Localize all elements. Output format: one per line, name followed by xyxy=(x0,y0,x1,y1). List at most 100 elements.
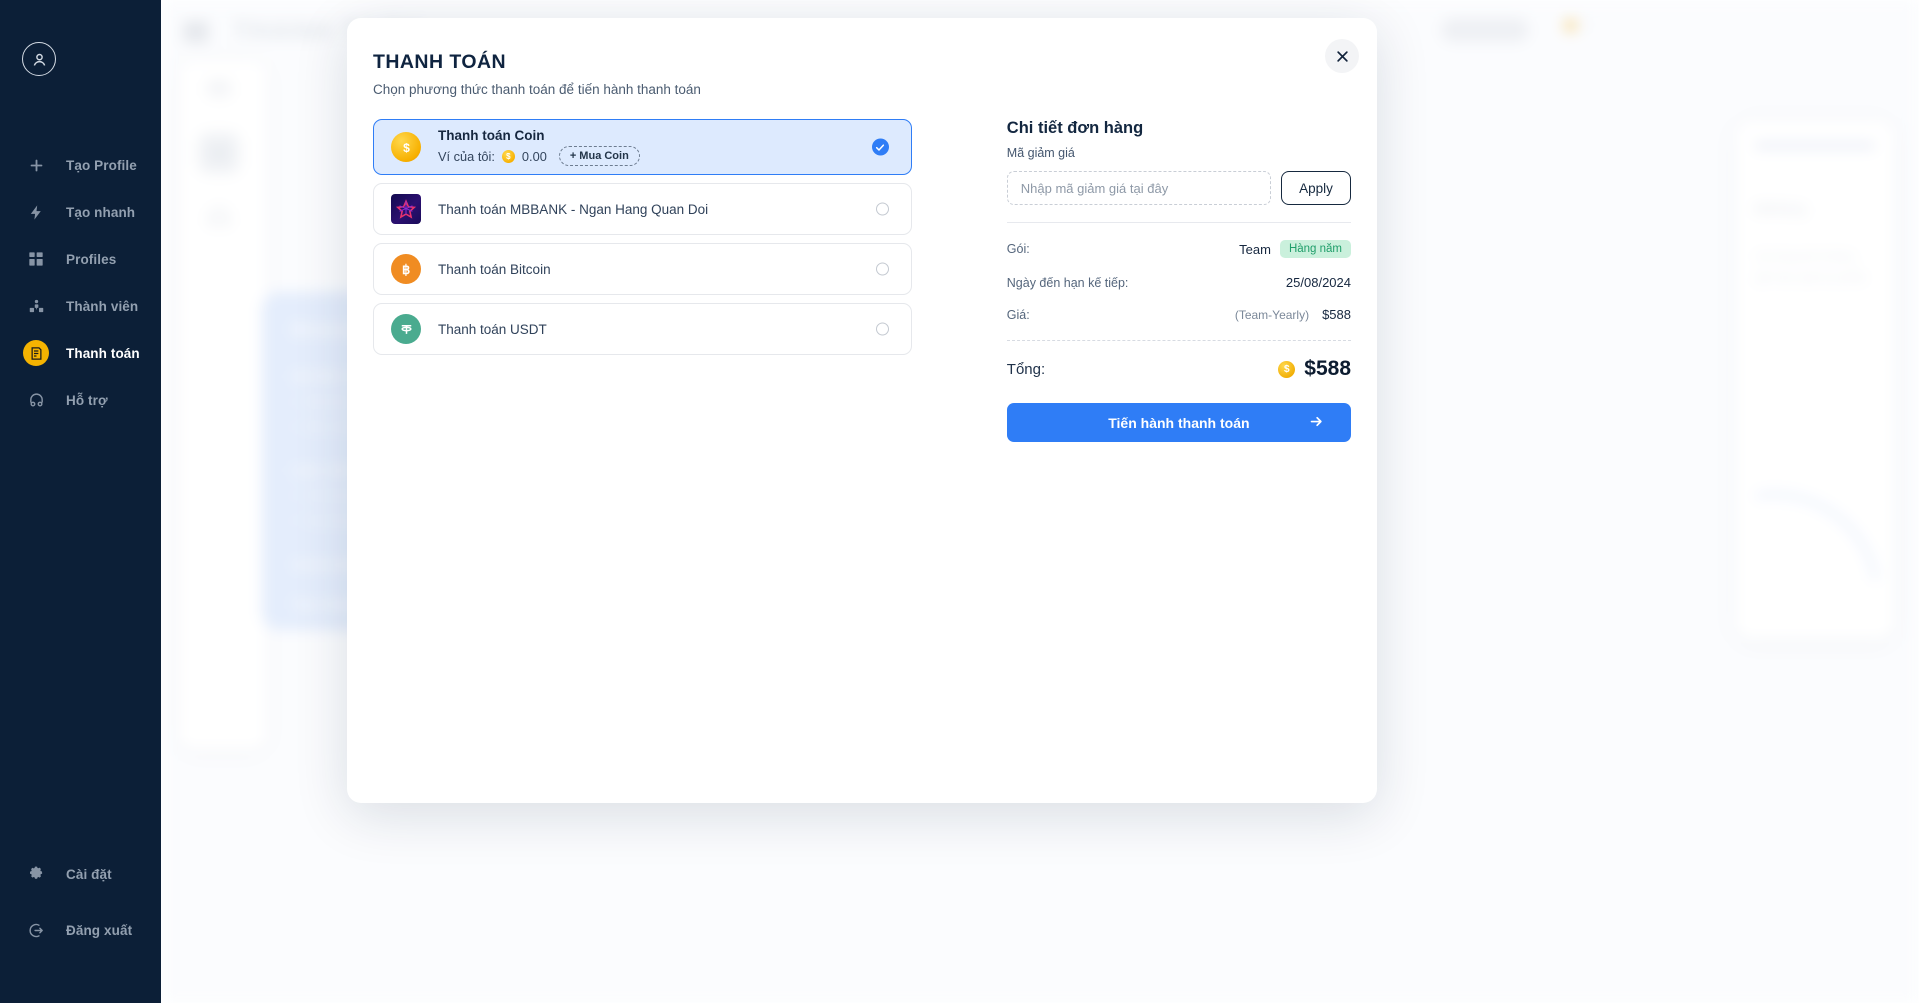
price-amount: $588 xyxy=(1322,307,1351,322)
coupon-input[interactable] xyxy=(1007,171,1271,205)
background-buy-coin-chip xyxy=(1441,18,1529,42)
sidebar-item-label: Cài đặt xyxy=(66,867,112,882)
order-row-value: Team Hàng năm xyxy=(1239,240,1351,258)
svg-text:$: $ xyxy=(403,140,410,154)
modal-body: $ Thanh toán Coin Ví của tôi: $ 0.00 + M… xyxy=(347,97,1377,442)
order-total-row: Tổng: $ $588 xyxy=(1007,357,1351,381)
sidebar-item-tao-nhanh[interactable]: Tạo nhanh xyxy=(0,195,161,229)
invoice-icon xyxy=(23,340,49,366)
sidebar-item-label: Đăng xuất xyxy=(66,923,132,938)
usdt-logo xyxy=(391,314,421,344)
modal-subtitle: Chọn phương thức thanh toán để tiến hành… xyxy=(373,82,1377,97)
order-row-key: Ngày đến hạn kế tiếp: xyxy=(1007,276,1129,290)
order-row-key: Giá: xyxy=(1007,308,1030,322)
sidebar-item-label: Hỗ trợ xyxy=(66,393,108,408)
wallet-label: Ví của tôi: xyxy=(438,149,495,164)
user-avatar-icon[interactable] xyxy=(22,42,56,76)
svg-text:฿: ฿ xyxy=(402,263,410,277)
order-details-panel: Chi tiết đơn hàng Mã giảm giá Apply Gói:… xyxy=(1007,119,1351,442)
payment-option-label: Thanh toán USDT xyxy=(438,322,547,337)
order-row-key: Gói: xyxy=(1007,242,1030,256)
order-row-value: (Team-Yearly) $588 xyxy=(1235,307,1351,322)
background-coin-balance: 0 xyxy=(1564,18,1589,32)
payment-option-label: Thanh toán Bitcoin xyxy=(438,262,551,277)
background-price-unit: /tháng xyxy=(1769,201,1805,216)
sidebar-item-dang-xuat[interactable]: Đăng xuất xyxy=(0,913,161,947)
plus-icon xyxy=(23,152,49,178)
price-note: (Team-Yearly) xyxy=(1235,308,1309,322)
sidebar-item-cai-dat[interactable]: Cài đặt xyxy=(0,857,161,891)
box-icon xyxy=(198,132,240,174)
wallet-row: Ví của tôi: $ 0.00 + Mua Coin xyxy=(438,146,640,166)
sidebar-item-tao-profile[interactable]: Tạo Profile xyxy=(0,148,161,182)
coupon-row: Apply xyxy=(1007,171,1351,205)
sidebar-item-label: Tạo nhanh xyxy=(66,205,135,220)
sidebar-item-profiles[interactable]: Profiles xyxy=(0,242,161,276)
bitcoin-logo: ฿ xyxy=(391,254,421,284)
background-rail xyxy=(183,68,255,238)
payment-option-usdt[interactable]: Thanh toán USDT xyxy=(373,303,912,355)
headset-icon xyxy=(23,387,49,413)
coin-icon: $ xyxy=(1278,361,1295,378)
arrow-right-icon xyxy=(1308,414,1325,432)
gear-icon xyxy=(23,861,49,887)
page-title: THANH TOÁN xyxy=(373,51,1377,74)
order-details-title: Chi tiết đơn hàng xyxy=(1007,119,1351,138)
payment-option-bitcoin[interactable]: ฿ Thanh toán Bitcoin xyxy=(373,243,912,295)
wallet-balance: 0.00 xyxy=(522,149,547,164)
total-label: Tổng: xyxy=(1007,361,1045,378)
radio-unselected[interactable] xyxy=(876,323,889,336)
order-row-next-due: Ngày đến hạn kế tiếp: 25/08/2024 xyxy=(1007,275,1351,290)
grid-icon xyxy=(23,246,49,272)
order-row-price: Giá: (Team-Yearly) $588 xyxy=(1007,307,1351,322)
background-price-note: Gói dùng thử Không giới hạn quản lý prof… xyxy=(1755,247,1875,289)
apply-button[interactable]: Apply xyxy=(1281,171,1351,205)
hamburger-icon xyxy=(183,23,209,41)
avatar[interactable] xyxy=(22,42,161,76)
background-price: $3/tháng xyxy=(1755,187,1875,221)
coin-icon xyxy=(1564,19,1577,32)
sidebar: Tạo Profile Tạo nhanh Profiles Thành viê… xyxy=(0,0,161,1003)
checkout-button-label: Tiến hành thanh toán xyxy=(1108,415,1249,431)
total-amount: $588 xyxy=(1304,357,1351,381)
payment-option-body: Thanh toán Coin Ví của tôi: $ 0.00 + Mua… xyxy=(438,128,640,166)
payment-option-label: Thanh toán Coin xyxy=(438,128,640,143)
payment-option-body: Thanh toán Bitcoin xyxy=(438,262,551,277)
radio-unselected[interactable] xyxy=(876,263,889,276)
order-row-package: Gói: Team Hàng năm xyxy=(1007,240,1351,258)
background-coin-amount: 0 xyxy=(1582,18,1589,32)
coin-icon: $ xyxy=(502,150,515,163)
lightning-icon xyxy=(23,199,49,225)
payment-method-list: $ Thanh toán Coin Ví của tôi: $ 0.00 + M… xyxy=(373,119,912,442)
app-root: THANH TOÁN Browser Profile Hệ điều hành … xyxy=(0,0,1919,1003)
order-row-value: 25/08/2024 xyxy=(1286,275,1351,290)
status-badge: Hàng năm xyxy=(1280,240,1351,258)
people-icon xyxy=(23,293,49,319)
mbbank-logo xyxy=(391,194,421,224)
sidebar-item-label: Profiles xyxy=(66,252,116,267)
buy-coin-button[interactable]: + Mua Coin xyxy=(559,146,640,166)
coin-logo: $ xyxy=(391,132,421,162)
radio-selected[interactable] xyxy=(872,139,889,156)
divider xyxy=(1007,222,1351,223)
modal-header: THANH TOÁN Chọn phương thức thanh toán đ… xyxy=(347,18,1377,97)
logout-icon xyxy=(23,917,49,943)
payment-option-coin[interactable]: $ Thanh toán Coin Ví của tôi: $ 0.00 + M… xyxy=(373,119,912,175)
sidebar-item-label: Tạo Profile xyxy=(66,158,137,173)
sidebar-item-ho-tro[interactable]: Hỗ trợ xyxy=(0,383,161,417)
close-icon[interactable] xyxy=(1325,39,1359,73)
payment-option-mbbank[interactable]: Thanh toán MBBANK - Ngan Hang Quan Doi xyxy=(373,183,912,235)
background-price-value: $3 xyxy=(1755,201,1769,216)
payment-option-label: Thanh toán MBBANK - Ngan Hang Quan Doi xyxy=(438,202,708,217)
radio-unselected[interactable] xyxy=(876,203,889,216)
checkout-button[interactable]: Tiến hành thanh toán xyxy=(1007,403,1351,442)
package-name: Team xyxy=(1239,242,1271,257)
payment-option-body: Thanh toán MBBANK - Ngan Hang Quan Doi xyxy=(438,202,708,217)
sidebar-item-thanh-vien[interactable]: Thành viên xyxy=(0,289,161,323)
sidebar-item-label: Thanh toán xyxy=(66,346,140,361)
payment-option-body: Thanh toán USDT xyxy=(438,322,547,337)
card-icon xyxy=(198,68,240,110)
payment-modal: THANH TOÁN Chọn phương thức thanh toán đ… xyxy=(347,18,1377,803)
coupon-label: Mã giảm giá xyxy=(1007,146,1351,160)
sidebar-item-thanh-toan[interactable]: Thanh toán xyxy=(0,336,161,370)
